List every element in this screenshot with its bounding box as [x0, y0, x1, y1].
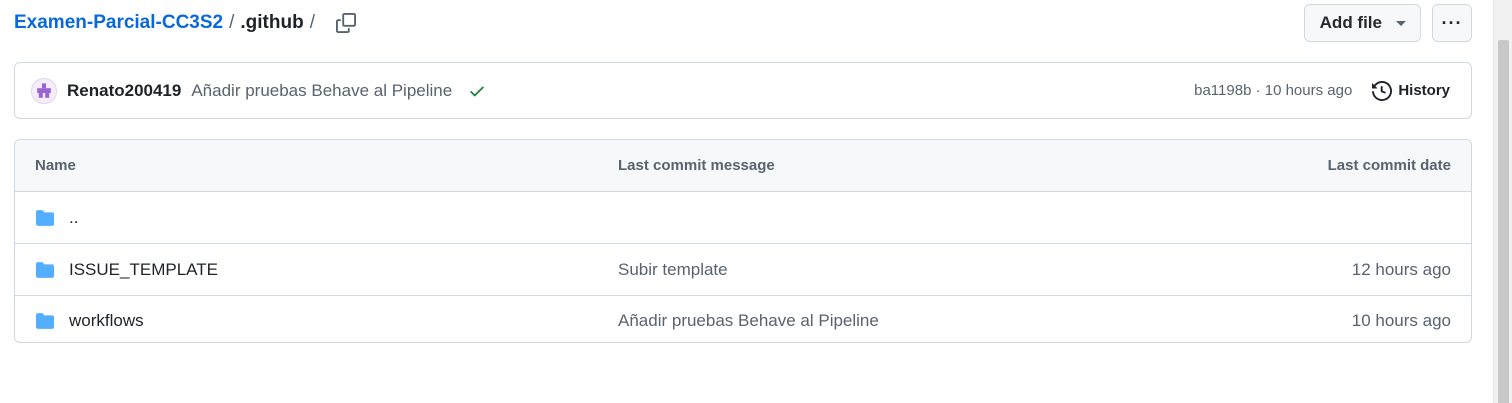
add-file-label: Add file: [1319, 13, 1382, 32]
avatar[interactable]: [31, 77, 57, 104]
commit-message-cell[interactable]: Añadir pruebas Behave al Pipeline: [598, 311, 1352, 331]
commit-message-link[interactable]: Añadir pruebas Behave al Pipeline: [191, 81, 452, 101]
table-row[interactable]: ..: [15, 192, 1471, 244]
name-cell: workflows: [15, 311, 598, 331]
commit-date-cell: 10 hours ago: [1351, 311, 1451, 330]
column-header-name: Name: [35, 157, 76, 174]
file-table: Name Last commit message Last commit dat…: [14, 139, 1472, 343]
column-header-message: Last commit message: [618, 157, 775, 174]
breadcrumb: Examen-Parcial-CC3S2 / .github /: [14, 12, 321, 34]
breadcrumb-repo-link[interactable]: Examen-Parcial-CC3S2: [14, 12, 223, 34]
commit-author-link[interactable]: Renato200419: [67, 81, 181, 101]
copy-path-button[interactable]: [333, 10, 359, 36]
scrollbar-thumb[interactable]: [1498, 40, 1509, 403]
vertical-scrollbar[interactable]: [1493, 0, 1512, 403]
breadcrumb-current: .github: [240, 12, 304, 33]
history-button[interactable]: History: [1372, 80, 1450, 101]
folder-icon: [36, 313, 54, 329]
folder-icon: [36, 209, 54, 226]
page: Examen-Parcial-CC3S2 / .github / Add fil…: [0, 0, 1494, 403]
commit-sha-time[interactable]: ba1198b · 10 hours ago: [1194, 82, 1352, 99]
header-actions: Add file ···: [1303, 4, 1472, 42]
copy-icon: [335, 13, 356, 33]
check-status-icon[interactable]: [468, 82, 486, 100]
commit-message-cell[interactable]: Subir template: [598, 260, 1352, 280]
identicon-icon: [37, 82, 51, 98]
name-cell: ISSUE_TEMPLATE: [15, 260, 598, 280]
table-header: Name Last commit message Last commit dat…: [15, 140, 1471, 192]
breadcrumb-separator: /: [229, 12, 235, 33]
name-cell: ..: [15, 208, 598, 228]
history-label: History: [1398, 82, 1450, 99]
table-row[interactable]: workflows Añadir pruebas Behave al Pipel…: [15, 296, 1471, 342]
breadcrumb-separator: /: [309, 12, 315, 33]
commit-meta: ba1198b · 10 hours ago History: [1194, 80, 1450, 101]
commit-date-cell: 12 hours ago: [1351, 259, 1451, 279]
parent-directory-link[interactable]: ..: [69, 208, 78, 228]
header-bar: Examen-Parcial-CC3S2 / .github / Add fil…: [14, 0, 1472, 46]
history-icon: [1372, 80, 1393, 101]
latest-commit-box: Renato200419 Añadir pruebas Behave al Pi…: [14, 62, 1472, 119]
folder-link[interactable]: workflows: [69, 311, 144, 331]
more-options-button[interactable]: ···: [1432, 4, 1472, 42]
folder-link[interactable]: ISSUE_TEMPLATE: [69, 260, 218, 280]
kebab-horizontal-icon: ···: [1441, 12, 1463, 33]
table-row[interactable]: ISSUE_TEMPLATE Subir template 12 hours a…: [15, 244, 1471, 296]
caret-down-icon: [1396, 20, 1406, 26]
add-file-button[interactable]: Add file: [1303, 4, 1421, 42]
column-header-date: Last commit date: [1327, 157, 1451, 174]
folder-icon: [36, 261, 54, 278]
